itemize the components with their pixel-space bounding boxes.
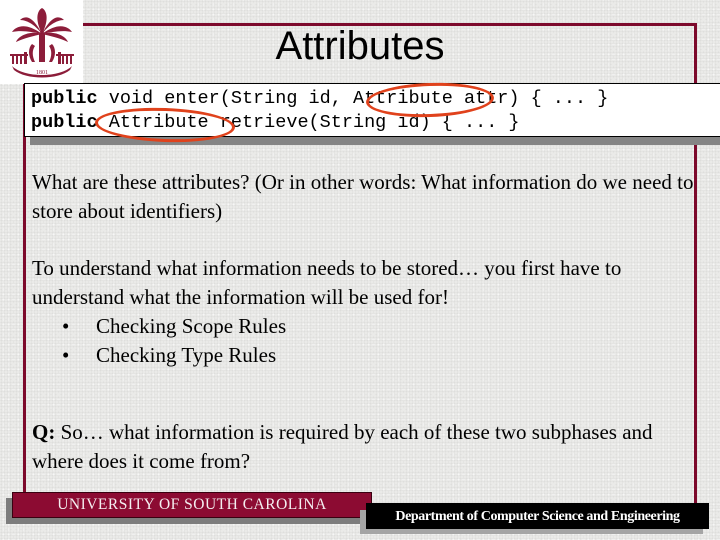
bullet-text: Checking Scope Rules (96, 314, 287, 338)
paragraph-understand: To understand what information needs to … (32, 256, 622, 309)
paragraph-attributes-question: What are these attributes? (Or in other … (32, 170, 694, 223)
bullet-text: Checking Type Rules (96, 343, 277, 367)
logo-year: 1801 (36, 70, 48, 76)
bullet-item: • Checking Scope Rules (60, 312, 286, 341)
frame-left-rule (23, 84, 26, 494)
code-text: void enter(String id, Attribute attr) { … (97, 88, 609, 109)
code-keyword: public (31, 88, 98, 109)
paragraph-question: Q: So… what information is required by e… (32, 418, 697, 476)
question-text: So… what information is required by each… (32, 420, 653, 473)
slide-title: Attributes (275, 24, 445, 68)
question-label: Q: (32, 420, 56, 444)
bullet-list: • Checking Scope Rules • Checking Type R… (60, 312, 286, 370)
footer-university-banner: UNIVERSITY OF SOUTH CAROLINA (12, 492, 372, 518)
footer-department-banner: Department of Computer Science and Engin… (366, 503, 709, 529)
code-keyword: public (31, 112, 98, 133)
bullet-marker: • (62, 314, 70, 338)
bullet-item: • Checking Type Rules (60, 341, 286, 370)
bullet-marker: • (62, 343, 70, 367)
